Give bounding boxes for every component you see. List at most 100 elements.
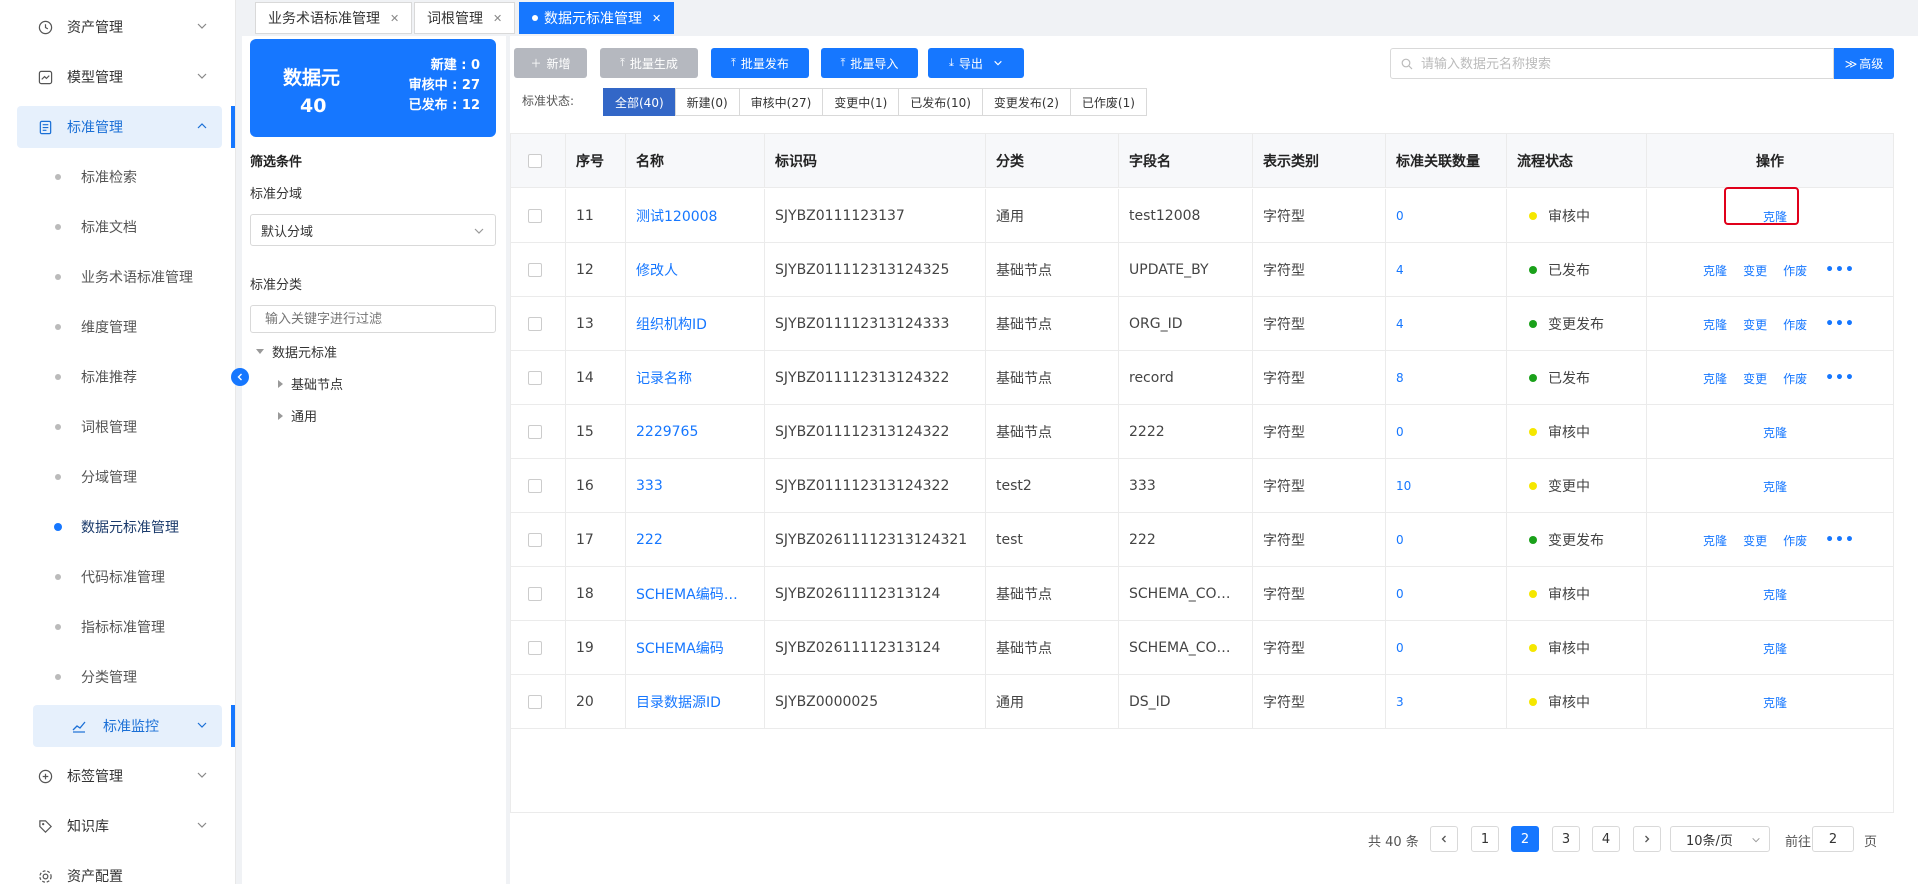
- tree-filter-input[interactable]: [250, 305, 496, 333]
- name-link[interactable]: 记录名称: [636, 368, 692, 388]
- page-button-current[interactable]: 2: [1511, 826, 1539, 852]
- sidebar-subitem-code-standard[interactable]: 代码标准管理: [17, 556, 222, 598]
- sidebar-item-standard-management[interactable]: 标准管理: [17, 106, 222, 148]
- status-option-reviewing[interactable]: 审核中(27): [738, 88, 824, 116]
- name-link[interactable]: SCHEMA编码…: [636, 584, 738, 604]
- row-checkbox[interactable]: [528, 533, 542, 547]
- clone-link[interactable]: 克隆: [1703, 370, 1727, 387]
- tab-business-terms[interactable]: 业务术语标准管理 ✕: [255, 2, 413, 34]
- name-link[interactable]: 组织机构ID: [636, 314, 707, 334]
- status-option-change-published[interactable]: 变更发布(2): [981, 88, 1071, 116]
- sidebar-subgroup-monitor[interactable]: 标准监控: [33, 705, 222, 747]
- sidebar-subitem-root-words[interactable]: 词根管理: [17, 406, 222, 448]
- search-input[interactable]: [1421, 53, 1821, 75]
- clone-link[interactable]: 克隆: [1703, 316, 1727, 333]
- status-option-published[interactable]: 已发布(10): [898, 88, 983, 116]
- void-link[interactable]: 作废: [1783, 370, 1807, 387]
- name-link[interactable]: SCHEMA编码: [636, 638, 724, 658]
- clone-link[interactable]: 克隆: [1763, 694, 1787, 711]
- tree-node-root[interactable]: 数据元标准: [256, 342, 337, 361]
- count-link[interactable]: 3: [1396, 695, 1404, 709]
- sidebar-item-asset-management[interactable]: 资产管理: [17, 6, 222, 48]
- select-all-checkbox[interactable]: [528, 154, 542, 168]
- page-button[interactable]: 3: [1552, 826, 1580, 852]
- row-checkbox[interactable]: [528, 425, 542, 439]
- sidebar-subitem-domain[interactable]: 分域管理: [17, 456, 222, 498]
- name-link[interactable]: 测试120008: [636, 206, 717, 226]
- count-link[interactable]: 0: [1396, 425, 1404, 439]
- void-link[interactable]: 作废: [1783, 532, 1807, 549]
- goto-page-input[interactable]: [1812, 826, 1854, 852]
- tab-data-element[interactable]: 数据元标准管理 ✕: [519, 2, 675, 34]
- row-checkbox[interactable]: [528, 209, 542, 223]
- batch-generate-button[interactable]: ⤒ 批量生成: [600, 48, 698, 78]
- close-icon[interactable]: ✕: [390, 12, 399, 25]
- page-button[interactable]: 4: [1592, 826, 1620, 852]
- batch-import-button[interactable]: ⤒ 批量导入: [821, 48, 918, 78]
- count-link[interactable]: 0: [1396, 533, 1404, 547]
- page-button[interactable]: 1: [1471, 826, 1499, 852]
- collapse-sidebar-button[interactable]: [231, 368, 249, 386]
- prev-page-button[interactable]: [1430, 826, 1458, 852]
- more-icon[interactable]: •••: [1825, 316, 1855, 332]
- change-link[interactable]: 变更: [1743, 316, 1767, 333]
- tree-node-general[interactable]: 通用: [278, 406, 317, 425]
- row-checkbox[interactable]: [528, 641, 542, 655]
- status-option-all[interactable]: 全部(40): [603, 88, 676, 116]
- new-button[interactable]: ＋ 新增: [514, 48, 587, 78]
- sidebar-subitem-recommend[interactable]: 标准推荐: [17, 356, 222, 398]
- advanced-search-button[interactable]: ≫ 高级: [1834, 48, 1894, 79]
- clone-link[interactable]: 克隆: [1763, 424, 1787, 441]
- void-link[interactable]: 作废: [1783, 262, 1807, 279]
- count-link[interactable]: 4: [1396, 263, 1404, 277]
- close-icon[interactable]: ✕: [652, 12, 661, 25]
- count-link[interactable]: 0: [1396, 587, 1404, 601]
- caret-down-icon[interactable]: [256, 349, 264, 354]
- sidebar-item-model-management[interactable]: 模型管理: [17, 56, 222, 98]
- name-link[interactable]: 333: [636, 478, 663, 494]
- caret-right-icon[interactable]: [278, 379, 283, 388]
- change-link[interactable]: 变更: [1743, 262, 1767, 279]
- void-link[interactable]: 作废: [1783, 316, 1807, 333]
- row-checkbox[interactable]: [528, 479, 542, 493]
- row-checkbox[interactable]: [528, 317, 542, 331]
- clone-link[interactable]: 克隆: [1703, 262, 1727, 279]
- name-link[interactable]: 修改人: [636, 260, 678, 280]
- sidebar-subitem-classification[interactable]: 分类管理: [17, 656, 222, 698]
- sidebar-subitem-metric-standard[interactable]: 指标标准管理: [17, 606, 222, 648]
- more-icon[interactable]: •••: [1825, 262, 1855, 278]
- clone-link[interactable]: 克隆: [1763, 586, 1787, 603]
- status-option-voided[interactable]: 已作废(1): [1069, 88, 1147, 116]
- tab-root-words[interactable]: 词根管理 ✕: [414, 2, 516, 34]
- row-checkbox[interactable]: [528, 371, 542, 385]
- close-icon[interactable]: ✕: [493, 12, 502, 25]
- batch-publish-button[interactable]: ⤒ 批量发布: [711, 48, 809, 78]
- row-checkbox[interactable]: [528, 695, 542, 709]
- sidebar-subitem-standard-docs[interactable]: 标准文档: [17, 206, 222, 248]
- tree-node-base[interactable]: 基础节点: [278, 374, 343, 393]
- domain-select[interactable]: 默认分域: [250, 214, 496, 246]
- count-link[interactable]: 4: [1396, 317, 1404, 331]
- more-icon[interactable]: •••: [1825, 370, 1855, 386]
- count-link[interactable]: 8: [1396, 371, 1404, 385]
- sidebar-subitem-data-element[interactable]: 数据元标准管理: [17, 506, 222, 548]
- change-link[interactable]: 变更: [1743, 532, 1767, 549]
- clone-link[interactable]: 克隆: [1763, 478, 1787, 495]
- sidebar-item-knowledge-base[interactable]: 知识库: [17, 805, 222, 847]
- sidebar-subitem-business-terms[interactable]: 业务术语标准管理: [17, 256, 222, 298]
- change-link[interactable]: 变更: [1743, 370, 1767, 387]
- next-page-button[interactable]: [1633, 826, 1661, 852]
- count-link[interactable]: 10: [1396, 479, 1411, 493]
- name-link[interactable]: 目录数据源ID: [636, 692, 721, 712]
- name-link[interactable]: 222: [636, 532, 663, 548]
- count-link[interactable]: 0: [1396, 641, 1404, 655]
- sidebar-item-tag-management[interactable]: 标签管理: [17, 755, 222, 797]
- sidebar-subitem-dimension[interactable]: 维度管理: [17, 306, 222, 348]
- row-checkbox[interactable]: [528, 587, 542, 601]
- export-button[interactable]: ⤓ 导出: [928, 48, 1024, 78]
- sidebar-item-asset-config[interactable]: 资产配置: [17, 855, 222, 884]
- page-size-select[interactable]: 10条/页: [1670, 826, 1770, 852]
- status-option-new[interactable]: 新建(0): [674, 88, 740, 116]
- caret-right-icon[interactable]: [278, 411, 283, 420]
- clone-link[interactable]: 克隆: [1703, 532, 1727, 549]
